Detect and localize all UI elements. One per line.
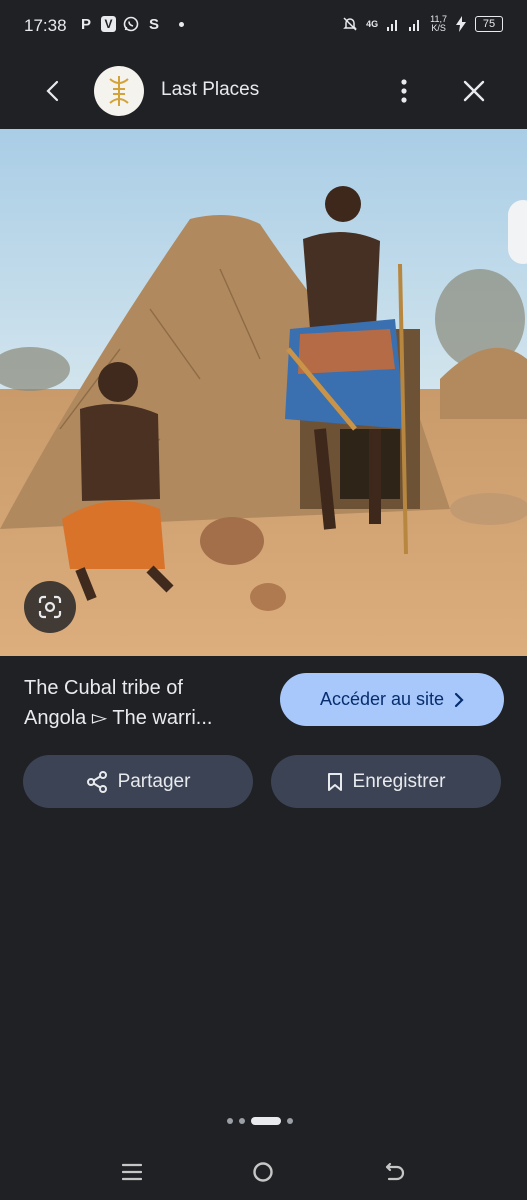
whatsapp-icon	[123, 15, 139, 33]
signal-icon	[387, 20, 398, 31]
recent-apps-icon	[122, 1163, 142, 1181]
v-notification-icon: V	[101, 16, 116, 32]
close-icon	[463, 80, 485, 102]
s-notification-icon: S	[148, 15, 159, 33]
home-circle-icon	[253, 1162, 273, 1182]
lens-search-button[interactable]	[24, 581, 76, 633]
notification-icons: P V S	[78, 15, 184, 33]
page-dot	[287, 1118, 293, 1124]
last-places-logo-icon	[109, 76, 129, 106]
share-icon	[86, 770, 107, 793]
back-arrow-icon	[46, 80, 59, 102]
p-notification-icon: P	[80, 15, 91, 33]
site-logo[interactable]	[94, 66, 144, 116]
visit-site-button[interactable]: Accéder au site	[280, 673, 504, 726]
save-label: Enregistrer	[352, 770, 446, 792]
visit-site-label: Accéder au site	[319, 689, 445, 709]
share-label: Partager	[117, 770, 191, 792]
recent-apps-button[interactable]	[112, 1152, 152, 1192]
result-image[interactable]	[0, 129, 527, 656]
status-bar: 17:38 P V S 4G 11,7 K/S 75	[0, 0, 527, 54]
battery-level: 75	[475, 16, 503, 32]
save-button[interactable]: Enregistrer	[271, 755, 501, 808]
more-vert-icon	[401, 79, 407, 103]
mute-bell-icon	[343, 17, 357, 31]
status-time: 17:38	[24, 16, 67, 35]
page-dot-active	[251, 1117, 281, 1125]
more-options-button[interactable]	[388, 74, 420, 108]
system-nav-bar	[0, 1140, 527, 1200]
share-button[interactable]: Partager	[23, 755, 253, 808]
home-button[interactable]	[243, 1152, 283, 1192]
status-right: 4G 11,7 K/S 75	[342, 15, 503, 33]
more-notifications-dot	[179, 21, 184, 27]
charging-icon	[456, 16, 466, 32]
page-dot	[227, 1118, 233, 1124]
result-title[interactable]: The Cubal tribe of Angola ▻ The warri...	[24, 673, 269, 733]
bookmark-icon	[327, 772, 342, 791]
chevron-right-icon	[454, 692, 464, 707]
close-button[interactable]	[458, 74, 490, 108]
signal-2-icon	[409, 20, 420, 31]
back-nav-button[interactable]	[375, 1152, 415, 1192]
site-name[interactable]: Last Places	[161, 79, 259, 101]
net-speed: 11,7 K/S	[430, 14, 447, 33]
result-title-line-1: The Cubal tribe of	[24, 677, 183, 699]
next-image-handle[interactable]	[508, 200, 527, 264]
back-button[interactable]	[38, 74, 68, 108]
google-lens-icon	[38, 595, 62, 619]
page-dot	[239, 1118, 245, 1124]
result-title-line-2: Angola ▻ The warri...	[24, 707, 213, 729]
pagination-dots	[227, 1117, 293, 1125]
site-header: Last Places	[0, 54, 527, 128]
network-type: 4G	[366, 19, 379, 29]
back-nav-icon	[385, 1162, 405, 1181]
